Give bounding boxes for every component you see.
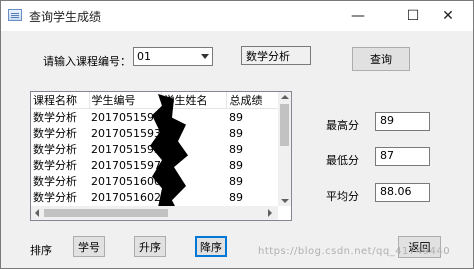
watermark-text: https://blog.csdn.net/qq_41749440 [258, 246, 451, 257]
window-title: 查询学生成绩 [29, 10, 102, 24]
column-header-student-id[interactable]: 学生编号 [89, 92, 162, 109]
cell-student-id: 2017051597 [91, 158, 162, 172]
column-header-course[interactable]: 课程名称 [31, 92, 90, 109]
close-button[interactable]: ✕ [425, 1, 471, 31]
cell-student-id: 2017051591 [91, 110, 162, 124]
cell-student-id: 2017051602 [91, 190, 162, 204]
cell-course: 数学分析 [33, 127, 77, 140]
maximize-icon: ☐ [406, 8, 420, 24]
course-name-field: 数学分析 [241, 46, 311, 65]
cell-student-id: 2017051593 [91, 126, 162, 140]
cell-student-id: 2017051600 [91, 174, 162, 188]
minimize-button[interactable]: — [335, 1, 381, 31]
cell-course: 数学分析 [33, 143, 77, 156]
horizontal-scroll-thumb[interactable] [44, 209, 168, 217]
vertical-scroll-thumb[interactable] [280, 104, 289, 146]
sort-descending-button[interactable]: 降序 [195, 236, 227, 257]
cell-course: 数学分析 [33, 111, 77, 124]
course-id-select[interactable]: 01 [133, 47, 213, 66]
minimize-icon: — [351, 8, 365, 24]
max-score-field: 89 [375, 112, 430, 131]
min-score-label: 最低分 [326, 154, 359, 167]
max-score-label: 最高分 [326, 119, 359, 132]
scroll-down-icon[interactable] [281, 199, 289, 203]
cell-student-id: 2017051595 [91, 142, 162, 156]
scroll-left-icon[interactable] [35, 209, 39, 217]
title-bar: 查询学生成绩 — ☐ ✕ [1, 1, 473, 31]
avg-score-label: 平均分 [326, 190, 359, 203]
sort-ascending-button[interactable]: 升序 [134, 236, 166, 257]
scroll-up-icon[interactable] [281, 95, 289, 99]
close-icon: ✕ [442, 8, 454, 24]
chevron-down-icon [201, 54, 209, 59]
cell-course: 数学分析 [33, 159, 77, 172]
course-id-value: 01 [137, 50, 151, 63]
app-window-icon [8, 9, 22, 21]
scroll-right-icon[interactable] [268, 209, 272, 217]
sort-label: 排序 [30, 244, 52, 257]
min-score-field: 87 [375, 147, 430, 166]
course-id-label: 请输入课程编号： [43, 55, 131, 68]
cell-course: 数学分析 [33, 175, 77, 188]
query-button[interactable]: 查询 [352, 47, 410, 71]
cell-course: 数学分析 [33, 191, 77, 204]
avg-score-field: 88.06 [375, 183, 430, 202]
sort-by-id-button[interactable]: 学号 [73, 236, 105, 257]
